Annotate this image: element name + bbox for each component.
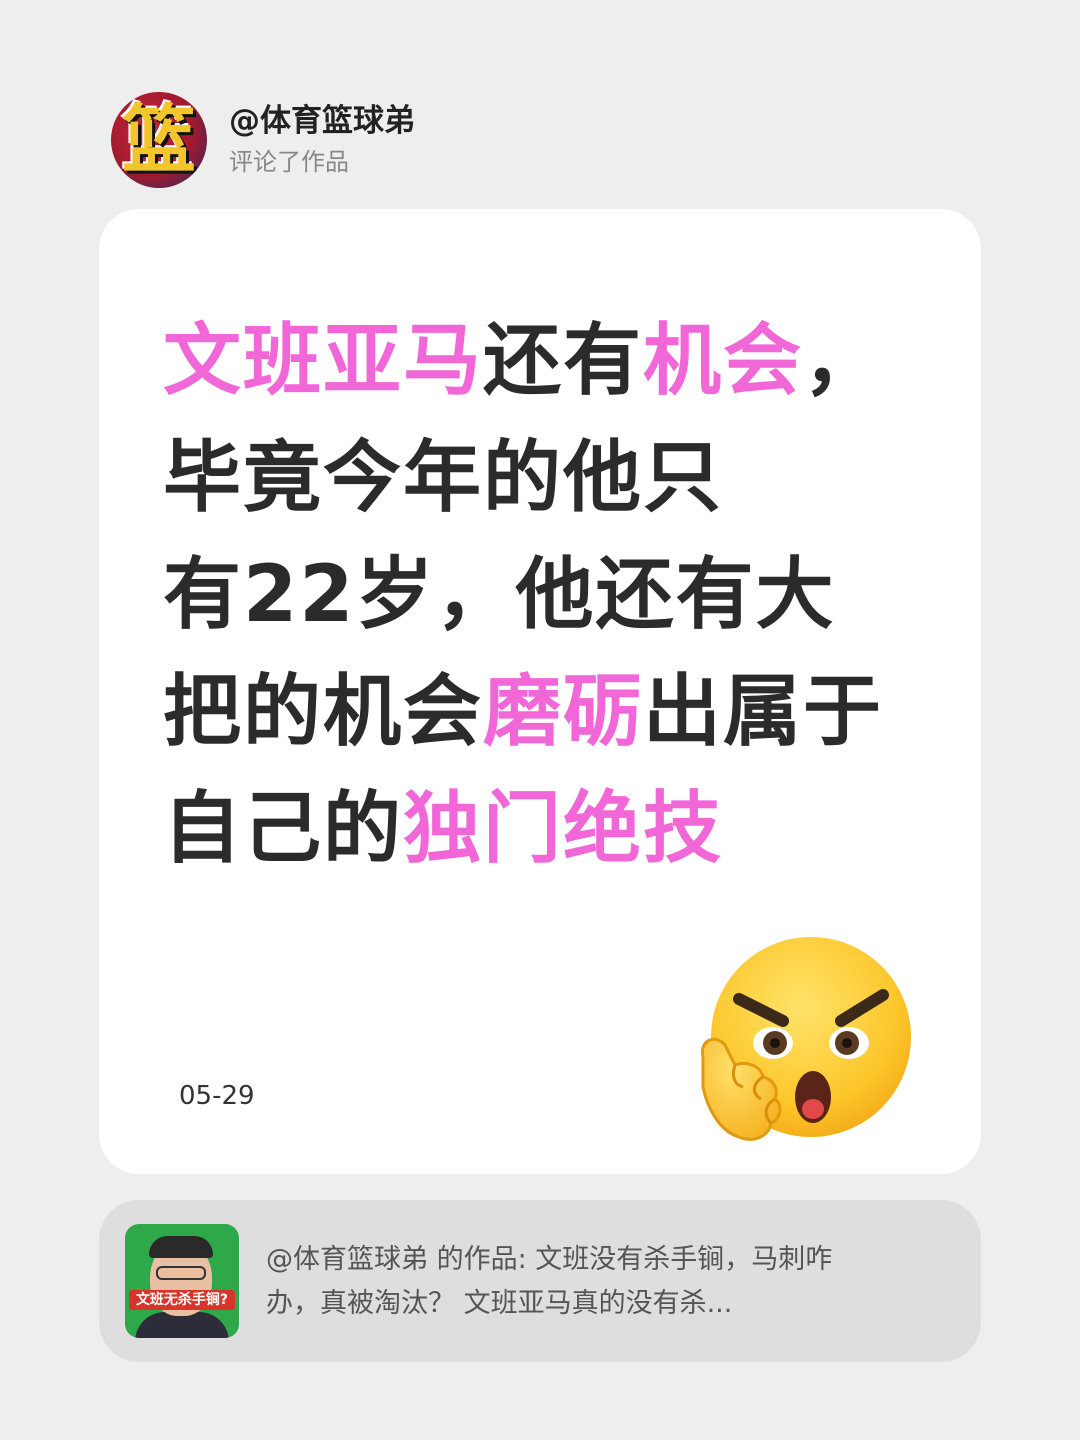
comment-segment: 还有 <box>483 316 644 406</box>
comment-line: 自己的独门绝技 <box>163 771 933 888</box>
comment-line: 把的机会磨砺出属于 <box>163 654 933 771</box>
comment-segment: 毕竟今年的他只 <box>163 433 724 523</box>
video-description-line-2: 办，真被淘汰？ 文班亚马真的没有杀... <box>266 1288 733 1319</box>
comment-card: 文班亚马还有机会， 毕竟今年的他只 有22岁，他还有大 把的机会磨砺出属于 自己的独门绝… <box>99 209 981 1174</box>
video-thumbnail[interactable]: 文班无杀手锏? <box>125 1224 239 1338</box>
referenced-video-card[interactable]: 文班无杀手锏? @体育篮球弟 的作品: 文班没有杀手锏，马刺咋 办，真被淘汰？ … <box>99 1200 981 1362</box>
comment-date: 05-29 <box>179 1081 255 1111</box>
thumbnail-glasses <box>156 1266 206 1280</box>
comment-highlight: 独门绝技 <box>403 784 724 874</box>
comment-highlight: 机会 <box>643 316 804 406</box>
comment-segment: ， <box>803 316 884 406</box>
comment-header: 篮 @体育篮球弟 评论了作品 <box>111 92 415 188</box>
comment-segment: 把的机会 <box>163 667 484 757</box>
action-subtitle: 评论了作品 <box>229 148 349 176</box>
avatar-logo: 篮 <box>122 97 196 183</box>
user-avatar[interactable]: 篮 <box>111 92 207 188</box>
username[interactable]: @体育篮球弟 <box>229 101 415 141</box>
comment-segment: 有22岁，他还有大 <box>163 550 836 640</box>
header-text: @体育篮球弟 评论了作品 <box>229 101 415 179</box>
comment-line: 有22岁，他还有大 <box>163 537 933 654</box>
comment-line: 文班亚马还有机会， <box>163 303 933 420</box>
comment-line: 毕竟今年的他只 <box>163 420 933 537</box>
thumbnail-hair <box>149 1236 213 1258</box>
comment-segment: 自己的 <box>163 784 404 874</box>
comment-highlight: 磨砺 <box>483 667 644 757</box>
video-description-line-1: @体育篮球弟 的作品: 文班没有杀手锏，马刺咋 <box>266 1244 833 1275</box>
comment-text: 文班亚马还有机会， 毕竟今年的他只 有22岁，他还有大 把的机会磨砺出属于 自己的独门绝… <box>163 303 933 888</box>
video-description: @体育篮球弟 的作品: 文班没有杀手锏，马刺咋 办，真被淘汰？ 文班亚马真的没有… <box>266 1238 946 1326</box>
comment-segment: 出属于 <box>643 667 884 757</box>
thinking-angry-face-icon <box>700 937 911 1141</box>
thumbnail-caption: 文班无杀手锏? <box>129 1290 235 1310</box>
comment-highlight: 文班亚马 <box>163 316 484 406</box>
